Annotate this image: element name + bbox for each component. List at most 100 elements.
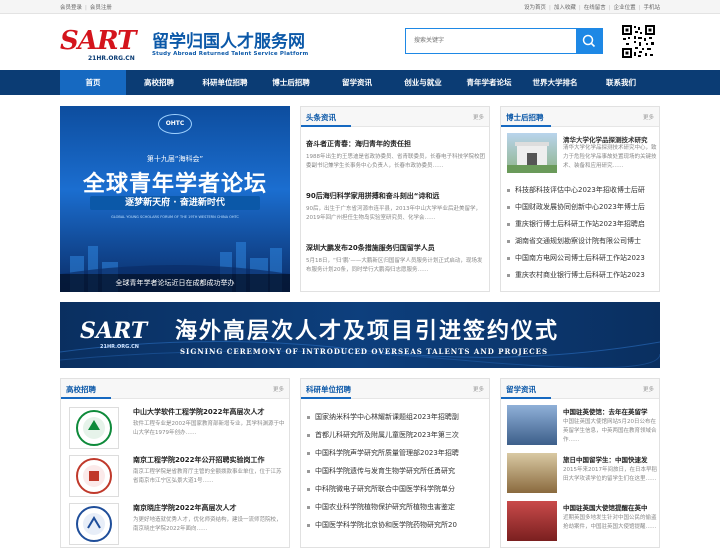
university-logo xyxy=(69,455,119,497)
college-item[interactable]: 中山大学软件工程学院2022年高层次人才 软件工程专业是2002年国家教育部新增… xyxy=(133,407,285,438)
college-item[interactable]: 南京工程学院2022年公开招聘实验岗工作 南京工程学院是省教育厅主管的全额拨款事… xyxy=(133,455,285,486)
top-bar: 会员登录 | 会员注册 设为首页 | 加入收藏 | 在线留言 | 企业位置 | 手机站 xyxy=(0,0,720,14)
nav-home[interactable]: 首页 xyxy=(60,70,126,95)
header-underline xyxy=(501,397,551,399)
abroad-header: 留学资讯 更多 xyxy=(501,379,659,399)
headline-title[interactable]: 奋斗者正青春：海归青年的责任担 xyxy=(306,139,486,149)
search-input[interactable] xyxy=(406,29,576,53)
nav-college[interactable]: 高校招聘 xyxy=(126,70,192,95)
list-item[interactable]: 湖南省交通规划勘察设计院有限公司博士 xyxy=(507,236,657,246)
news-thumbnail[interactable] xyxy=(507,453,557,493)
college-item[interactable]: 南京晓庄学院2022年高层次人才 为更好地造就优秀人才，优化师资结构，建设一流师… xyxy=(133,503,285,534)
list-item[interactable]: 中国科学院遗传与发育生物学研究所任勇研究 xyxy=(307,466,485,476)
list-item[interactable]: 中国医学科学院北京协和医学院药物研究所20 xyxy=(307,520,485,530)
postdoc-feature-summary: 清华大学化学品探测技术研究中心，致力于危险化学品事故处置现场的关键技术、装备和应… xyxy=(563,145,657,169)
list-item[interactable]: 重庆农村商业银行博士后科研工作站2023 xyxy=(507,270,657,280)
college-item-title[interactable]: 南京晓庄学院2022年高层次人才 xyxy=(133,503,285,513)
college-more-link[interactable]: 更多 xyxy=(273,385,284,393)
nav-ranking[interactable]: 世界大学排名 xyxy=(522,70,588,95)
list-item[interactable]: 中国财政发展协同创新中心2023年博士后 xyxy=(507,202,657,212)
headline-item[interactable]: 深圳大鹏发布20条措施服务归国留学人员 5月18日，“归‘鹏’——大鹏新区归国留… xyxy=(306,243,486,275)
abroad-item-summary: 近期英国多地发生针对中国公民的偷盗抢劫案件，中国驻英国大使馆提醒…… xyxy=(563,515,657,530)
gate-graphic xyxy=(507,142,557,173)
abroad-item[interactable]: 旅日中国留学生：中国快速发 2015年来2017年间旅日，在日本早稻田大学攻读学… xyxy=(563,454,657,493)
search-icon xyxy=(582,34,596,48)
abroad-item-title[interactable]: 中国驻英使馆：去年在英留学 xyxy=(563,406,657,416)
university-logo xyxy=(69,503,119,545)
logo-domain: 21HR.ORG.CN xyxy=(88,55,135,62)
research-more-link[interactable]: 更多 xyxy=(473,385,484,393)
headline-title[interactable]: 深圳大鹏发布20条措施服务归国留学人员 xyxy=(306,243,486,253)
list-item[interactable]: 中国科学院声学研究所质量管理部2023年招聘 xyxy=(307,448,485,458)
list-item[interactable]: 中国南方电网公司博士后科研工作站2023 xyxy=(507,253,657,263)
news-thumbnail[interactable] xyxy=(507,501,557,541)
headline-summary: 1988年出生的王思迪是省政协委员、省青联委员，长春电子科技学院校团委副书记兼学… xyxy=(306,154,485,169)
headlines-more-link[interactable]: 更多 xyxy=(473,113,484,121)
college-header: 高校招聘 更多 xyxy=(61,379,289,399)
nav-contact[interactable]: 联系我们 xyxy=(588,70,654,95)
ad-title: 海外高层次人才及项目引进签约仪式 xyxy=(175,319,560,344)
college-item-summary: 软件工程专业是2002年国家教育部新增专业，其学科渊源于中山大学在1979年创办… xyxy=(133,421,285,436)
headlines-header: 头条资讯 更多 xyxy=(301,107,489,127)
college-item-title[interactable]: 中山大学软件工程学院2022年高层次人才 xyxy=(133,407,285,417)
favorite-link[interactable]: 加入收藏 xyxy=(554,5,576,11)
ad-logo-mark: SART xyxy=(80,318,148,344)
ad-logo-domain: 21HR.ORG.CN xyxy=(100,344,139,350)
abroad-item-title[interactable]: 中国驻英国大使馆提醒在英中 xyxy=(563,502,657,512)
header-underline xyxy=(501,125,551,127)
location-link[interactable]: 企业位置 xyxy=(614,5,636,11)
research-title: 科研单位招聘 xyxy=(306,385,351,394)
qr-code-icon xyxy=(621,24,656,59)
abroad-more-link[interactable]: 更多 xyxy=(643,385,654,393)
main-nav: 首页 高校招聘 科研单位招聘 博士后招聘 留学资讯 创业与就业 青年学者论坛 世… xyxy=(0,70,720,95)
nav-research[interactable]: 科研单位招聘 xyxy=(192,70,258,95)
university-seal-icon xyxy=(76,410,112,446)
search-box xyxy=(405,28,603,54)
forum-banner[interactable]: OHTC 第十九届“海科会” 全球青年学者论坛 逐梦新天府 · 奋进新时代 GL… xyxy=(60,106,290,292)
tsinghua-gate-image[interactable] xyxy=(507,133,557,173)
list-item[interactable]: 国家纳米科学中心林耀新课题组2023年招聘副 xyxy=(307,412,485,422)
headline-summary: 90后，出生于广东省河源市连平县，2013年中山大学毕业后赴美留学，2019年回… xyxy=(306,206,481,221)
nav-abroad-news[interactable]: 留学资讯 xyxy=(324,70,390,95)
account-links: 会员登录 | 会员注册 xyxy=(60,5,112,11)
headlines-panel: 头条资讯 更多 奋斗者正青春：海归青年的责任担 1988年出生的王思迪是省政协委员… xyxy=(300,106,490,292)
college-item-title[interactable]: 南京工程学院2022年公开招聘实验岗工作 xyxy=(133,455,285,465)
message-link[interactable]: 在线留言 xyxy=(584,5,606,11)
logo-mark: SART xyxy=(60,26,136,56)
list-item[interactable]: 中国农业科学院植物保护研究所植物虫害鉴定 xyxy=(307,502,485,512)
set-home-link[interactable]: 设为首页 xyxy=(524,5,546,11)
headline-item[interactable]: 90后海归科学家用拼搏和奋斗刻出“诗和远 90后，出生于广东省河源市连平县，20… xyxy=(306,191,486,223)
headline-summary: 5月18日，“归‘鹏’——大鹏新区归国留学人员服务计划正式启动，现场发布服务计划… xyxy=(306,258,483,273)
banner-title: 全球青年学者论坛 xyxy=(82,172,267,197)
college-item-summary: 南京工程学院是省教育厅主管的全额拨款事业单位，位于江苏省南京市江宁区弘景大道1号… xyxy=(133,469,282,484)
signing-ceremony-ad[interactable]: SART 21HR.ORG.CN 海外高层次人才及项目引进签约仪式 SIGNIN… xyxy=(60,302,660,368)
list-item[interactable]: 首都儿科研究所及附属儿童医院2023年第三次 xyxy=(307,430,485,440)
logo-title: 留学归国人才服务网 xyxy=(152,32,305,52)
search-button[interactable] xyxy=(576,29,602,53)
headlines-title: 头条资讯 xyxy=(306,113,336,122)
login-link[interactable]: 会员登录 xyxy=(60,5,82,11)
abroad-item[interactable]: 中国驻英使馆：去年在英留学 中国驻英国大使馆网站5月20日公布在英留学生信息，中… xyxy=(563,406,657,445)
postdoc-feature-title[interactable]: 清华大学化学品探测技术研究 xyxy=(563,134,657,144)
header-underline xyxy=(301,397,351,399)
register-link[interactable]: 会员注册 xyxy=(90,5,112,11)
mobile-site-link[interactable]: 手机站 xyxy=(643,5,660,11)
logo-subtitle: Study Abroad Returned Talent Service Pla… xyxy=(152,51,309,57)
news-thumbnail[interactable] xyxy=(507,405,557,445)
headline-title[interactable]: 90后海归科学家用拼搏和奋斗刻出“诗和远 xyxy=(306,191,486,201)
postdoc-more-link[interactable]: 更多 xyxy=(643,113,654,121)
site-logo[interactable]: SART 21HR.ORG.CN 留学归国人才服务网 Study Abroad … xyxy=(60,24,332,64)
banner-caption[interactable]: 全球青年学者论坛近日在成都成功举办 xyxy=(60,274,290,292)
nav-postdoc[interactable]: 博士后招聘 xyxy=(258,70,324,95)
banner-slogan: 逐梦新天府 · 奋进新时代 xyxy=(90,196,260,210)
list-item[interactable]: 重庆银行博士后科研工作站2023年招聘启 xyxy=(507,219,657,229)
list-item[interactable]: 科技部科技评估中心2023年招收博士后研 xyxy=(507,185,657,195)
nav-startup[interactable]: 创业与就业 xyxy=(390,70,456,95)
headline-item[interactable]: 奋斗者正青春：海归青年的责任担 1988年出生的王思迪是省政协委员、省青联委员，… xyxy=(306,139,486,171)
header-underline xyxy=(301,125,351,127)
college-title: 高校招聘 xyxy=(66,385,96,394)
abroad-item-title[interactable]: 旅日中国留学生：中国快速发 xyxy=(563,454,657,464)
abroad-item[interactable]: 中国驻英国大使馆提醒在英中 近期英国多地发生针对中国公民的偷盗抢劫案件，中国驻英… xyxy=(563,502,657,541)
list-item[interactable]: 中科院微电子研究所联合中国医学科学院单分 xyxy=(307,484,485,494)
nav-forum[interactable]: 青年学者论坛 xyxy=(456,70,522,95)
